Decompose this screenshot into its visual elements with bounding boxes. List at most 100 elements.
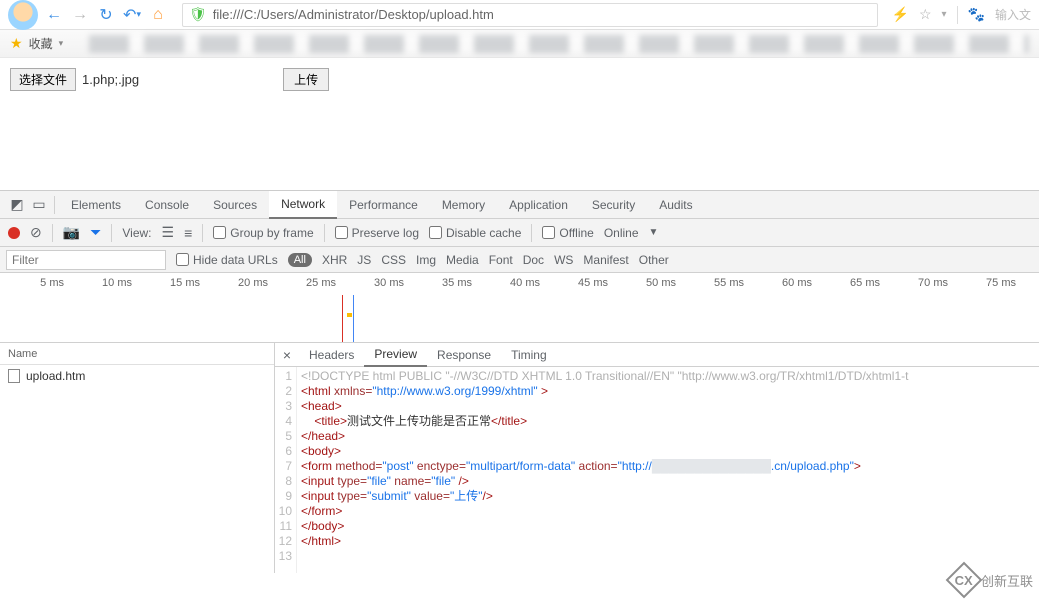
url-text: file:///C:/Users/Administrator/Desktop/u… <box>213 7 871 22</box>
preview-tabs: × Headers Preview Response Timing <box>275 343 1039 367</box>
code-text: type= <box>337 489 367 503</box>
filter-input[interactable] <box>6 250 166 270</box>
dropdown-icon[interactable]: ▾ <box>942 9 947 20</box>
code-text: <input <box>301 489 337 503</box>
device-icon[interactable]: ▭ <box>28 194 50 216</box>
code-text: <head> <box>301 399 342 413</box>
filter-font[interactable]: Font <box>489 253 513 267</box>
code-text: "file" <box>431 474 455 488</box>
throttling-dropdown-icon[interactable]: ▼ <box>649 227 659 238</box>
code-text: <title> <box>301 414 347 428</box>
timeline-tick: 55 ms <box>680 277 748 289</box>
tab-response[interactable]: Response <box>427 343 501 367</box>
upload-form: 选择文件 1.php;.jpg 上传 <box>10 68 1029 91</box>
preserve-log-input[interactable] <box>335 226 348 239</box>
filter-doc[interactable]: Doc <box>523 253 544 267</box>
code-text: value= <box>411 489 450 503</box>
view-small-icon[interactable]: ≡ <box>184 225 192 241</box>
tab-audits[interactable]: Audits <box>647 191 704 219</box>
home-button[interactable]: ⌂ <box>148 5 168 25</box>
view-label: View: <box>122 226 151 240</box>
address-bar[interactable]: 🛡 file:///C:/Users/Administrator/Desktop… <box>182 3 878 27</box>
view-large-icon[interactable]: ☰ <box>162 224 175 241</box>
tab-memory[interactable]: Memory <box>430 191 497 219</box>
favorites-star-icon[interactable]: ★ <box>10 35 23 52</box>
code-text: "multipart/form-data" <box>466 459 575 473</box>
timeline-tick: 35 ms <box>408 277 476 289</box>
code-text: enctype= <box>414 459 466 473</box>
filter-icon[interactable]: ⏷ <box>90 224 101 241</box>
undo-button[interactable]: ↶▾ <box>122 5 142 25</box>
inspect-icon[interactable]: ◩ <box>6 194 28 216</box>
filter-ws[interactable]: WS <box>554 253 573 267</box>
group-by-frame-checkbox[interactable]: Group by frame <box>213 226 313 240</box>
blurred-bookmarks <box>89 35 1029 53</box>
tab-console[interactable]: Console <box>133 191 201 219</box>
group-by-frame-input[interactable] <box>213 226 226 239</box>
code-text: name= <box>391 474 431 488</box>
favorites-label[interactable]: 收藏 <box>29 35 53 52</box>
divider <box>111 224 112 242</box>
timeline-load-mark <box>353 295 354 342</box>
filter-manifest[interactable]: Manifest <box>583 253 628 267</box>
offline-checkbox[interactable]: Offline <box>542 226 593 240</box>
tab-sources[interactable]: Sources <box>201 191 269 219</box>
code-lines: <!DOCTYPE html PUBLIC "-//W3C//DTD XHTML… <box>297 367 1039 573</box>
filter-xhr[interactable]: XHR <box>322 253 347 267</box>
favorites-dropdown-icon[interactable]: ▾ <box>59 38 64 49</box>
tab-headers[interactable]: Headers <box>299 343 364 367</box>
tab-timing[interactable]: Timing <box>501 343 557 367</box>
hide-data-urls-checkbox[interactable]: Hide data URLs <box>176 253 278 267</box>
preserve-log-label: Preserve log <box>352 226 419 240</box>
hide-data-urls-label: Hide data URLs <box>193 253 278 267</box>
capture-icon[interactable]: 📷 <box>63 224 80 241</box>
input-hint[interactable]: 输入文 <box>995 6 1031 23</box>
forward-button[interactable]: → <box>70 5 90 25</box>
avatar[interactable] <box>8 0 38 30</box>
preserve-log-checkbox[interactable]: Preserve log <box>335 226 419 240</box>
devtools: ◩ ▭ Elements Console Sources Network Per… <box>0 190 1039 573</box>
tab-preview[interactable]: Preview <box>364 343 427 367</box>
reload-button[interactable]: ↻ <box>96 5 116 25</box>
tab-application[interactable]: Application <box>497 191 580 219</box>
disable-cache-input[interactable] <box>429 226 442 239</box>
timeline-tick: 30 ms <box>340 277 408 289</box>
paw-icon[interactable]: 🐾 <box>968 6 985 23</box>
online-select[interactable]: Online <box>604 226 639 240</box>
code-text: method= <box>335 459 382 473</box>
upload-button[interactable]: 上传 <box>283 68 329 91</box>
filter-css[interactable]: CSS <box>381 253 406 267</box>
close-preview-button[interactable]: × <box>275 347 299 363</box>
code-text: </html> <box>301 534 341 548</box>
page-content: 选择文件 1.php;.jpg 上传 <box>0 58 1039 190</box>
disable-cache-checkbox[interactable]: Disable cache <box>429 226 521 240</box>
divider <box>531 224 532 242</box>
network-body: Name upload.htm × Headers Preview Respon… <box>0 343 1039 573</box>
tab-elements[interactable]: Elements <box>59 191 133 219</box>
timeline-tick: 5 ms <box>0 277 68 289</box>
filter-js[interactable]: JS <box>357 253 371 267</box>
tab-security[interactable]: Security <box>580 191 647 219</box>
masked-text: ██████████████ <box>652 459 771 473</box>
flash-icon[interactable]: ⚡ <box>892 6 909 23</box>
record-button[interactable] <box>8 227 20 239</box>
back-button[interactable]: ← <box>44 5 64 25</box>
tab-performance[interactable]: Performance <box>337 191 430 219</box>
document-icon <box>8 369 20 383</box>
timeline-ruler: 5 ms 10 ms 15 ms 20 ms 25 ms 30 ms 35 ms… <box>0 273 1039 295</box>
request-item[interactable]: upload.htm <box>0 365 274 387</box>
offline-input[interactable] <box>542 226 555 239</box>
filter-img[interactable]: Img <box>416 253 436 267</box>
request-list-header[interactable]: Name <box>0 343 274 365</box>
clear-icon[interactable]: ⊘ <box>30 224 42 241</box>
hide-data-urls-input[interactable] <box>176 253 189 266</box>
chosen-file-name: 1.php;.jpg <box>82 72 139 87</box>
choose-file-button[interactable]: 选择文件 <box>10 68 76 91</box>
filter-media[interactable]: Media <box>446 253 479 267</box>
tab-network[interactable]: Network <box>269 191 337 219</box>
filter-other[interactable]: Other <box>639 253 669 267</box>
star-icon[interactable]: ☆ <box>919 6 932 23</box>
network-timeline[interactable]: 5 ms 10 ms 15 ms 20 ms 25 ms 30 ms 35 ms… <box>0 273 1039 343</box>
filter-all[interactable]: All <box>288 253 312 267</box>
source-preview[interactable]: 1 2 3 4 5 6 7 8 9 10 11 12 13 <!DOCTYPE … <box>275 367 1039 573</box>
